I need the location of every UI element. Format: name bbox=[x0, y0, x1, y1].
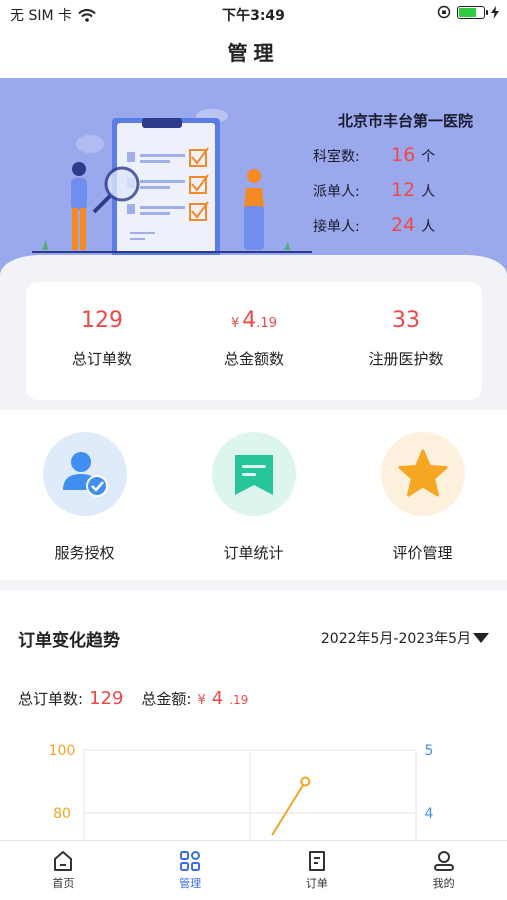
trend-orders-value: 129 bbox=[89, 688, 124, 709]
date-range-selector[interactable]: 2022年5月-2023年5月 bbox=[321, 628, 489, 648]
trend-chart: 100 80 5 4 bbox=[49, 743, 434, 840]
receivers-label: 接单人: bbox=[313, 219, 360, 235]
tab-label: 我的 bbox=[432, 877, 455, 890]
status-time: 下午3:49 bbox=[222, 8, 285, 24]
amount-integer: 4 bbox=[242, 308, 257, 333]
total-amount-value: ¥4.19 bbox=[178, 308, 330, 338]
receivers-row: 接单人: 24 人 bbox=[313, 214, 498, 236]
departments-label: 科室数: bbox=[313, 149, 360, 165]
grid-icon bbox=[180, 851, 201, 871]
tab-orders[interactable]: 订单 bbox=[254, 841, 381, 900]
stats-card: 129 总订单数 ¥4.19 总金额数 33 注册医护数 bbox=[26, 282, 482, 400]
document-icon bbox=[308, 851, 325, 871]
trend-currency-symbol: ¥ bbox=[197, 693, 206, 708]
amount-decimal: .19 bbox=[256, 316, 277, 331]
trend-orders-label: 总订单数: bbox=[18, 690, 84, 708]
trend-summary: 总订单数: 129 总金额: ¥4 .19 bbox=[18, 688, 248, 709]
page-title: 管理 bbox=[0, 28, 507, 78]
order-trend-section: 订单变化趋势 2022年5月-2023年5月 总订单数: 129 总金额: ¥4… bbox=[0, 590, 507, 840]
status-right bbox=[437, 5, 499, 19]
departments-unit: 个 bbox=[421, 149, 436, 165]
status-bar: 无 SIM 卡 下午3:49 bbox=[0, 0, 507, 28]
departments-row: 科室数: 16 个 bbox=[313, 144, 498, 166]
caregivers-value: 33 bbox=[392, 308, 420, 333]
tab-profile[interactable]: 我的 bbox=[380, 841, 507, 900]
menu-icon-bg bbox=[380, 432, 465, 516]
dispatchers-label: 派单人: bbox=[313, 184, 360, 200]
total-amount-label: 总金额数 bbox=[223, 350, 284, 368]
hospital-name: 北京市丰台第一医院 bbox=[337, 112, 473, 130]
tab-label: 首页 bbox=[52, 877, 75, 890]
y-left-tick-label: 80 bbox=[53, 806, 71, 822]
menu-label: 订单统计 bbox=[223, 544, 284, 562]
function-menu: 服务授权 订单统计 评价管理 bbox=[0, 410, 507, 580]
user-check-icon bbox=[62, 452, 108, 497]
menu-order-statistics[interactable]: 订单统计 bbox=[169, 410, 338, 580]
trend-title: 订单变化趋势 bbox=[18, 631, 120, 651]
date-range-label: 2022年5月-2023年5月 bbox=[320, 631, 471, 647]
trend-amount-integer: 4 bbox=[211, 688, 224, 709]
hospital-info: 北京市丰台第一医院 科室数: 16 个 派单人: 12 人 接单人: 24 人 bbox=[313, 110, 498, 236]
series-line bbox=[271, 780, 307, 836]
tab-label: 订单 bbox=[305, 877, 328, 890]
series-point bbox=[300, 776, 311, 787]
tab-label: 管理 bbox=[179, 877, 202, 890]
tab-manage[interactable]: 管理 bbox=[127, 841, 254, 900]
caregivers-label: 注册医护数 bbox=[368, 350, 444, 368]
receivers-value: 24 bbox=[391, 214, 416, 236]
tab-home[interactable]: 首页 bbox=[0, 841, 127, 900]
orientation-lock-icon bbox=[437, 5, 451, 19]
stat-total-amount[interactable]: ¥4.19 总金额数 bbox=[178, 282, 330, 400]
menu-icon-bg bbox=[211, 432, 296, 516]
dropdown-arrow-icon bbox=[473, 633, 489, 643]
profile-icon bbox=[433, 851, 454, 871]
menu-label: 服务授权 bbox=[54, 544, 115, 562]
menu-review-management[interactable]: 评价管理 bbox=[338, 410, 507, 580]
star-icon bbox=[398, 449, 447, 497]
currency-symbol: ¥ bbox=[231, 316, 240, 331]
charging-icon bbox=[491, 5, 499, 19]
menu-icon-bg bbox=[42, 432, 127, 516]
stat-caregivers[interactable]: 33 注册医护数 bbox=[330, 282, 482, 400]
y-left-tick-label: 100 bbox=[49, 743, 76, 759]
total-orders-value: 129 bbox=[81, 308, 123, 333]
receivers-unit: 人 bbox=[421, 219, 436, 235]
y-right-tick-label: 4 bbox=[425, 806, 434, 822]
trend-amount-label: 总金额: bbox=[141, 690, 192, 708]
home-icon bbox=[54, 851, 73, 871]
dispatchers-value: 12 bbox=[391, 179, 416, 201]
menu-label: 评价管理 bbox=[392, 544, 453, 562]
tab-bar: 首页 管理 订单 我的 bbox=[0, 840, 507, 900]
menu-service-authorization[interactable]: 服务授权 bbox=[0, 410, 169, 580]
dispatchers-row: 派单人: 12 人 bbox=[313, 179, 498, 201]
message-list-icon bbox=[234, 455, 273, 495]
y-right-tick-label: 5 bbox=[425, 743, 434, 759]
battery-icon bbox=[457, 5, 488, 19]
trend-amount-decimal: .19 bbox=[229, 693, 249, 707]
total-orders-label: 总订单数 bbox=[71, 350, 132, 368]
stat-total-orders[interactable]: 129 总订单数 bbox=[26, 282, 178, 400]
departments-value: 16 bbox=[391, 144, 416, 166]
dispatchers-unit: 人 bbox=[421, 184, 436, 200]
